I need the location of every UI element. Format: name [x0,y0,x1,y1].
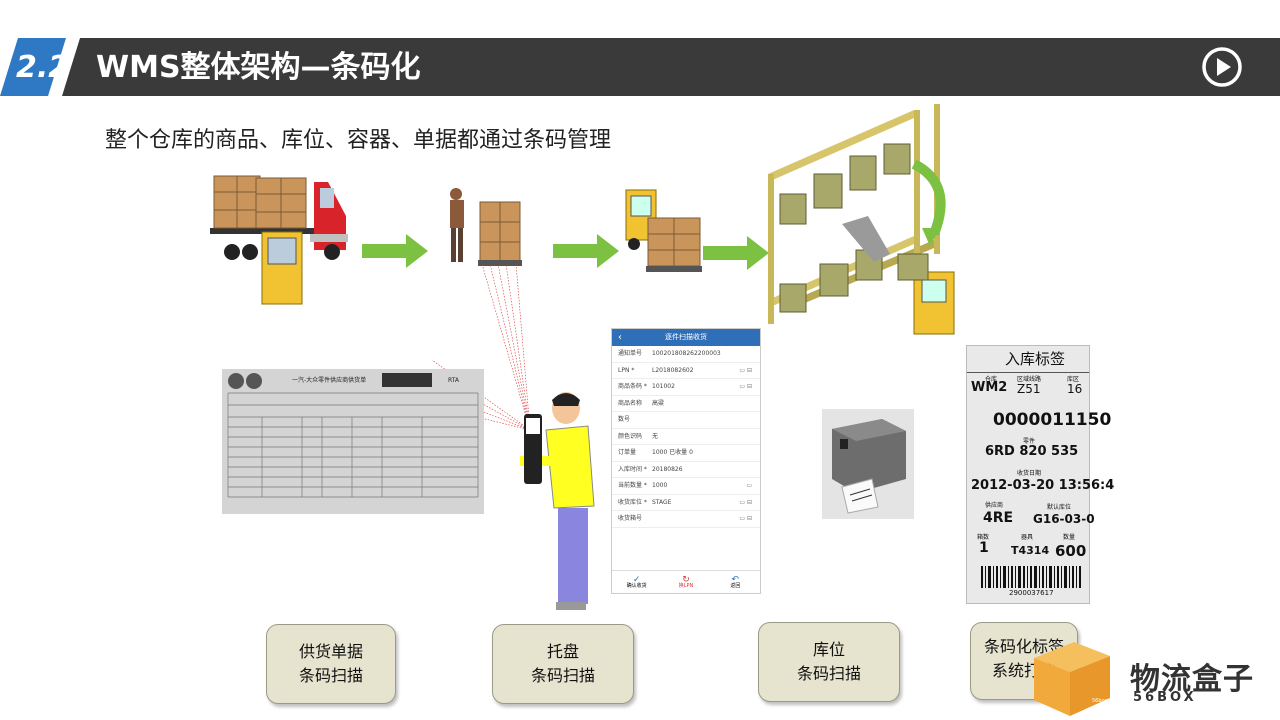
form-value[interactable]: 100201808262200003 [652,346,721,362]
form-row[interactable]: 颜色识码 无 [612,429,760,445]
form-value[interactable]: 1000 [652,478,667,494]
worker-pallet-illustration [450,188,522,266]
inbound-label-image: 入库标签 仓库 WM2 区域线路 Z51 库区 16 0000011150 零件… [966,345,1114,604]
form-label: 颜色识码 [618,432,643,440]
form-value[interactable]: 高粱 [652,396,664,412]
forklift-illustration [625,189,702,272]
form-value[interactable]: 20180826 [652,462,683,478]
scan-icon[interactable]: ▭ ⊟ [739,511,752,527]
logo-sub: 56BOX [1133,690,1197,705]
label-printer-image [822,409,914,519]
form-label: 商品名称 [618,399,643,407]
document-barcode-text: RTA [448,377,460,384]
form-label: 数号 [618,416,631,423]
return-icon: ↶ [731,575,740,585]
check-icon: ✓ [632,575,641,585]
form-row[interactable]: LPN * L2018082602 ▭ ⊟ [612,363,760,379]
scan-icon[interactable]: ▭ ⊟ [739,363,752,379]
label-location-scan: 库位 条码扫描 [758,622,900,702]
barcode [981,566,1081,588]
form-label: 商品条码 * [618,383,647,390]
form-row[interactable]: 入库时间 * 20180826 [612,462,760,478]
label-pallet-scan: 托盘 条码扫描 [492,624,634,704]
person-scanner-illustration [520,392,595,610]
arrow-right-icon [703,236,769,270]
supplier-document-image: 一汽-大众零件供应商供货单 RTA [222,369,484,514]
form-row[interactable]: 通知单号 100201808262200003 [612,346,760,363]
form-label: LPN * [618,366,635,374]
refresh-icon: ↻ [682,575,690,585]
change-lpn-button[interactable]: ↻ 换LPN [661,571,710,593]
svg-text:56box: 56box [1092,698,1107,704]
form-value[interactable]: STAGE [652,495,671,511]
form-label: 通知单号 [618,350,643,357]
form-label: 当前数量 * [618,482,647,489]
warehouse-rack-illustration [768,104,955,335]
back-icon[interactable]: ‹ [618,329,622,346]
label-supplier-document-scan: 供货单据 条码扫描 [266,624,396,704]
form-row[interactable]: 数号 [612,412,760,429]
logo-box-icon: 56box [1034,642,1110,716]
form-value[interactable]: L2018082602 [652,363,694,379]
form-row[interactable]: 收货箱号 ▭ ⊟ [612,511,760,528]
arrow-right-icon [362,234,428,268]
arrow-right-icon [553,234,619,268]
scan-icon[interactable]: ▭ ⊟ [739,495,752,511]
form-row[interactable]: 商品条码 * 101002 ▭ ⊟ [612,379,760,396]
mobile-receiving-screen: ‹ 逐件扫描收货 通知单号 100201808262200003 LPN * L201… [611,328,761,594]
form-row[interactable]: 商品名称 高粱 [612,396,760,412]
form-label: 收货库位 * [618,498,647,506]
confirm-receive-button[interactable]: ✓ 确认收货 [612,571,661,593]
section-number: 2.2 [16,50,70,85]
form-value[interactable]: 101002 [652,379,675,395]
phone-title: 逐件扫描收货 [665,333,707,341]
play-icon[interactable] [1201,46,1243,88]
form-value[interactable]: 1000 已收量 0 [652,445,693,461]
return-button[interactable]: ↶ 返回 [711,571,760,593]
scan-icon[interactable]: ▭ ⊟ [739,379,752,395]
subtitle: 整个仓库的商品、库位、容器、单据都通过条码管理 [105,128,612,153]
phone-footer: ✓ 确认收货 ↻ 换LPN ↶ 返回 [612,570,760,593]
form-row[interactable]: 收货库位 * STAGE ▭ ⊟ [612,495,760,511]
phone-header: ‹ 逐件扫描收货 [612,329,760,346]
form-row[interactable]: 订单量 1000 已收量 0 [612,445,760,462]
form-label: 入库时间 * [618,465,647,473]
truck-illustration [210,175,348,305]
page-title: WMS整体架构—条码化 [96,50,421,85]
document-title: 一汽-大众零件供应商供货单 [292,377,367,384]
scan-icon[interactable]: ▭ [746,478,752,494]
form-row[interactable]: 当前数量 * 1000 ▭ [612,478,760,495]
form-label: 订单量 [618,449,637,456]
form-value[interactable]: 无 [652,429,658,445]
form-label: 收货箱号 [618,515,643,522]
